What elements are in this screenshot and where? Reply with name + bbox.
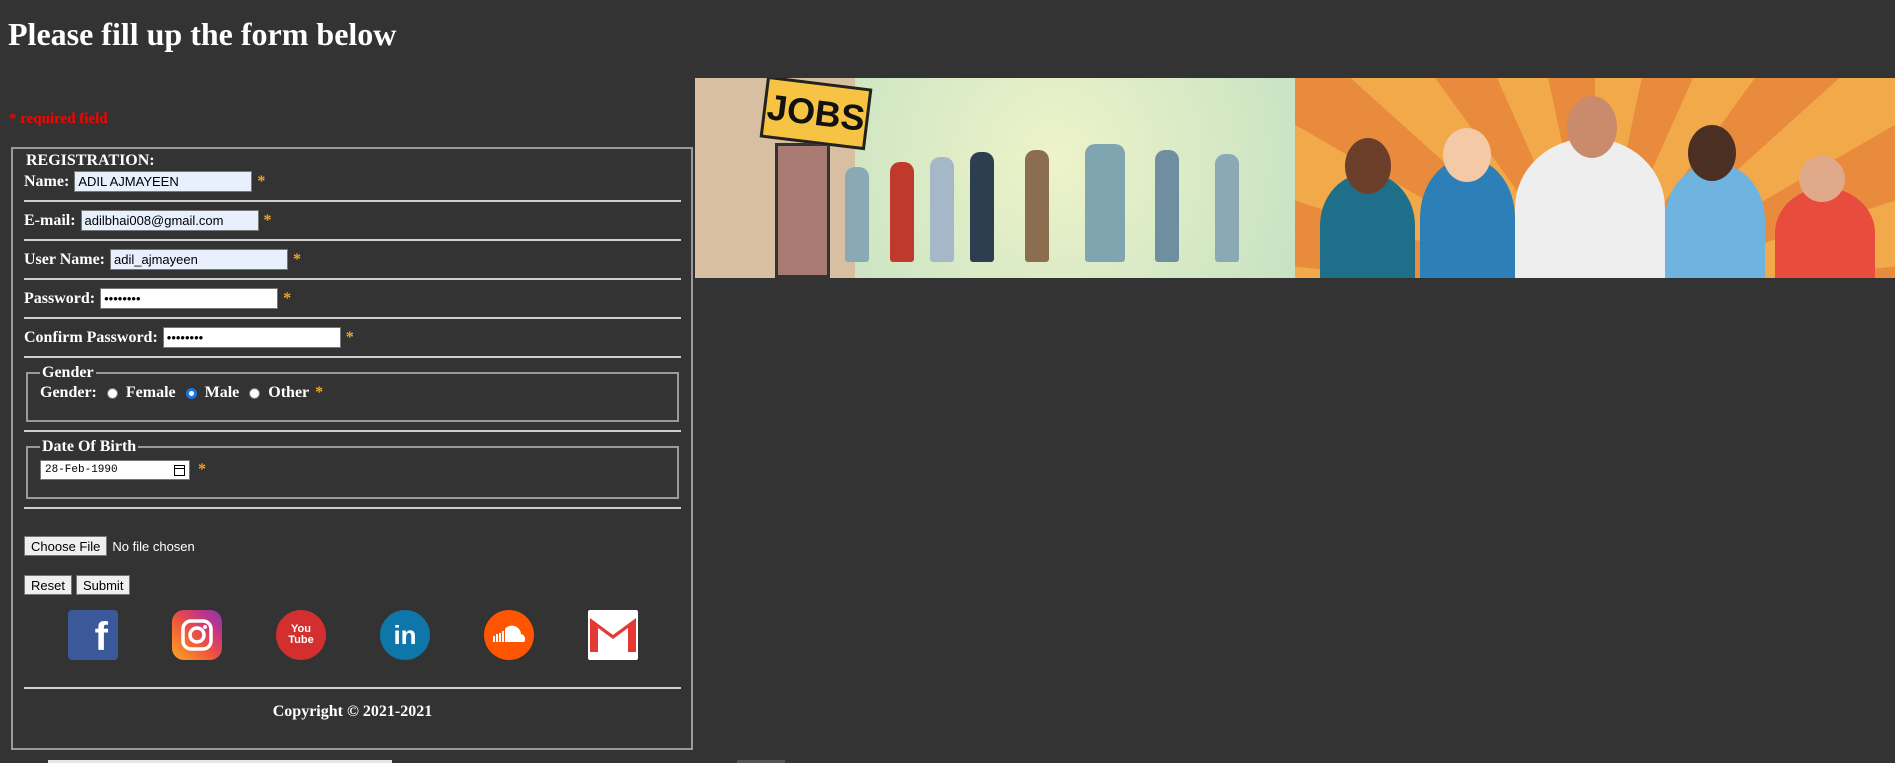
youtube-glyph: You Tube (288, 623, 314, 646)
email-label: E-mail: (24, 211, 76, 229)
facebook-icon[interactable]: f (68, 610, 118, 660)
facebook-glyph: f (94, 615, 108, 659)
form-buttons: Reset Submit (24, 575, 131, 595)
jobs-queue-illustration: JOBS (695, 78, 1295, 278)
password-input[interactable] (100, 288, 279, 309)
gender-radio-other[interactable] (249, 387, 261, 399)
required-field-note: * required field (9, 111, 108, 127)
divider (24, 317, 681, 319)
username-label: User Name: (24, 250, 106, 268)
workers-illustration (1295, 78, 1895, 278)
soundcloud-glyph (493, 625, 526, 642)
gender-option-other: Other (268, 384, 310, 401)
name-label: Name: (24, 172, 70, 190)
linkedin-icon[interactable]: in (380, 610, 430, 660)
gender-legend: Gender (42, 364, 94, 381)
jobs-banner-image: JOBS (695, 78, 1895, 278)
jobs-sign: JOBS (759, 78, 873, 151)
gmail-glyph (590, 618, 636, 652)
file-upload-row: Choose File No file chosen (24, 536, 195, 556)
submit-button[interactable]: Submit (75, 575, 131, 595)
soundcloud-icon[interactable] (484, 610, 534, 660)
gender-radio-male[interactable] (185, 387, 197, 399)
divider (24, 687, 681, 689)
youtube-icon[interactable]: You Tube (276, 610, 326, 660)
copyright: Copyright © 2021-2021 (272, 703, 433, 720)
gender-radio-female[interactable] (106, 387, 118, 399)
divider (24, 278, 681, 280)
required-star: * (263, 211, 272, 229)
gender-option-male: Male (204, 384, 240, 401)
divider (24, 507, 681, 509)
reset-button[interactable]: Reset (24, 575, 72, 595)
gender-fieldset: Gender Gender: Female Male Other * (26, 364, 679, 422)
file-status: No file chosen (112, 538, 195, 554)
page-title: Please fill up the form below (8, 16, 397, 52)
username-row: User Name: * (24, 249, 301, 270)
dob-fieldset: Date Of Birth 28-Feb-1990 * (26, 438, 679, 499)
confirm-password-row: Confirm Password: * (24, 327, 354, 348)
required-star: * (315, 384, 324, 401)
choose-file-button[interactable]: Choose File (24, 536, 108, 556)
email-row: E-mail: * (24, 210, 272, 231)
required-star: * (198, 461, 206, 478)
password-row: Password: * (24, 288, 291, 309)
divider (24, 200, 681, 202)
password-label: Password: (24, 289, 96, 307)
name-input[interactable] (74, 171, 253, 192)
gender-label: Gender: (40, 384, 97, 401)
dob-row: 28-Feb-1990 * (40, 460, 665, 480)
instagram-glyph (181, 619, 213, 651)
email-input[interactable] (80, 210, 259, 231)
gmail-icon[interactable] (588, 610, 638, 660)
divider (24, 356, 681, 358)
name-row: Name: * (24, 171, 265, 192)
username-input[interactable] (110, 249, 289, 270)
gender-option-female: Female (125, 384, 176, 401)
confirm-password-label: Confirm Password: (24, 328, 158, 346)
divider (24, 239, 681, 241)
dob-value: 28-Feb-1990 (45, 464, 118, 476)
instagram-icon[interactable] (172, 610, 222, 660)
registration-title: REGISTRATION: (26, 152, 155, 169)
required-star: * (345, 328, 354, 346)
dob-legend: Date Of Birth (42, 438, 137, 455)
required-star: * (283, 289, 292, 307)
confirm-password-input[interactable] (162, 327, 341, 348)
dob-input[interactable]: 28-Feb-1990 (40, 460, 190, 480)
linkedin-glyph: in (393, 619, 417, 650)
calendar-icon[interactable] (174, 464, 185, 476)
divider (24, 430, 681, 432)
required-star: * (257, 172, 266, 190)
gender-row: Gender: Female Male Other * (40, 384, 665, 402)
required-star: * (293, 250, 302, 268)
